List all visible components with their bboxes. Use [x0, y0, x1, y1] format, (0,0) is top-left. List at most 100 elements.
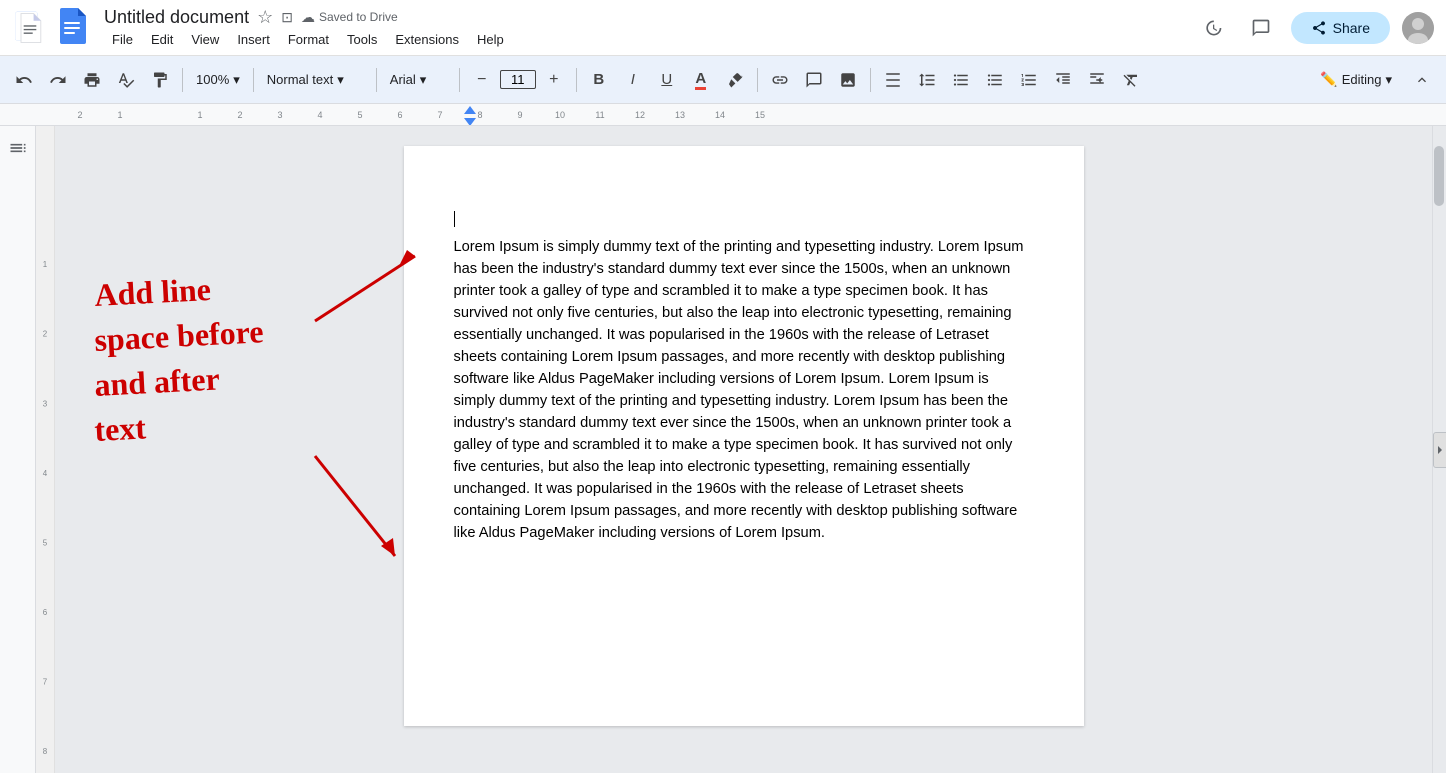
- menu-help[interactable]: Help: [469, 30, 512, 49]
- redo-button[interactable]: [42, 64, 74, 96]
- left-sidebar: 1 2 3 4 5 6 7 8: [0, 126, 55, 773]
- indent-less-button[interactable]: [1047, 64, 1079, 96]
- share-button[interactable]: Share: [1291, 12, 1390, 44]
- svg-text:1: 1: [42, 260, 47, 269]
- style-dropdown[interactable]: Normal text ▾: [260, 64, 370, 96]
- svg-text:1: 1: [197, 110, 202, 120]
- separator-2: [253, 68, 254, 92]
- collapse-toolbar-button[interactable]: [1406, 64, 1438, 96]
- svg-text:4: 4: [317, 110, 322, 120]
- ruler: 2 1 1 2 3 4 5 6 7 8 9 10 11 12 13 14 15: [0, 104, 1446, 126]
- menu-insert[interactable]: Insert: [229, 30, 278, 49]
- editing-label: Editing: [1342, 72, 1382, 87]
- svg-text:3: 3: [42, 399, 47, 408]
- svg-text:Add line: Add line: [93, 271, 211, 313]
- document-page[interactable]: Lorem Ipsum is simply dummy text of the …: [404, 146, 1084, 726]
- menu-extensions[interactable]: Extensions: [387, 30, 467, 49]
- line-spacing-button[interactable]: [911, 64, 943, 96]
- svg-text:11: 11: [595, 110, 604, 120]
- document-container: Add line space before and after text Lor…: [55, 126, 1432, 773]
- svg-text:2: 2: [77, 110, 82, 120]
- svg-text:14: 14: [715, 110, 725, 120]
- checklist-button[interactable]: [945, 64, 977, 96]
- separator-1: [182, 68, 183, 92]
- app-logo: [58, 8, 94, 48]
- underline-button[interactable]: U: [651, 64, 683, 96]
- document-body[interactable]: Lorem Ipsum is simply dummy text of the …: [454, 236, 1034, 544]
- cloud-status: ☁ Saved to Drive: [301, 9, 398, 26]
- svg-text:text: text: [93, 409, 147, 448]
- svg-text:12: 12: [635, 110, 645, 120]
- svg-text:1: 1: [117, 110, 122, 120]
- outline-icon[interactable]: [4, 134, 32, 167]
- scrollbar-thumb[interactable]: [1434, 146, 1444, 206]
- editing-dropdown-icon: ▾: [1385, 72, 1392, 88]
- svg-text:9: 9: [517, 110, 522, 120]
- bullet-list-button[interactable]: [979, 64, 1011, 96]
- cursor-position: [454, 206, 1034, 228]
- svg-text:10: 10: [555, 110, 565, 120]
- svg-text:6: 6: [42, 608, 47, 617]
- separator-7: [870, 68, 871, 92]
- google-docs-icon: [12, 10, 48, 46]
- paint-format-button[interactable]: [144, 64, 176, 96]
- svg-text:space before: space before: [93, 313, 264, 358]
- svg-text:5: 5: [357, 110, 362, 120]
- svg-text:6: 6: [397, 110, 402, 120]
- svg-text:7: 7: [42, 678, 47, 687]
- outline-panel: [0, 126, 35, 773]
- menu-edit[interactable]: Edit: [143, 30, 181, 49]
- cloud-icon: ☁: [301, 9, 315, 26]
- image-button[interactable]: [832, 64, 864, 96]
- star-icon[interactable]: ☆: [257, 7, 273, 28]
- text-color-button[interactable]: A: [685, 64, 717, 96]
- font-size-plus-button[interactable]: +: [538, 64, 570, 96]
- svg-text:2: 2: [42, 330, 47, 339]
- align-button[interactable]: [877, 64, 909, 96]
- separator-3: [376, 68, 377, 92]
- svg-text:5: 5: [42, 538, 47, 547]
- vertical-ruler: 1 2 3 4 5 6 7 8: [35, 126, 54, 773]
- link-button[interactable]: [764, 64, 796, 96]
- font-dropdown[interactable]: Arial ▾: [383, 64, 453, 96]
- menu-format[interactable]: Format: [280, 30, 337, 49]
- print-button[interactable]: [76, 64, 108, 96]
- editing-pencil-icon: ✏️: [1320, 71, 1337, 88]
- bold-button[interactable]: B: [583, 64, 615, 96]
- svg-text:2: 2: [237, 110, 242, 120]
- expand-handle[interactable]: [1433, 432, 1446, 468]
- spellcheck-button[interactable]: [110, 64, 142, 96]
- undo-button[interactable]: [8, 64, 40, 96]
- menu-file[interactable]: File: [104, 30, 141, 49]
- text-cursor: [454, 211, 455, 227]
- italic-button[interactable]: I: [617, 64, 649, 96]
- scrollbar-area: [1432, 126, 1446, 773]
- folder-icon[interactable]: ⊡: [281, 9, 293, 26]
- comments-button[interactable]: [1243, 10, 1279, 46]
- user-avatar[interactable]: [1402, 12, 1434, 44]
- editing-mode-button[interactable]: ✏️ Editing ▾: [1308, 67, 1404, 92]
- svg-text:15: 15: [755, 110, 765, 120]
- menu-view[interactable]: View: [183, 30, 227, 49]
- separator-4: [459, 68, 460, 92]
- indent-more-button[interactable]: [1081, 64, 1113, 96]
- svg-text:13: 13: [675, 110, 685, 120]
- svg-text:7: 7: [437, 110, 442, 120]
- svg-text:8: 8: [42, 747, 47, 756]
- svg-text:3: 3: [277, 110, 282, 120]
- numbered-list-button[interactable]: [1013, 64, 1045, 96]
- document-title[interactable]: Untitled document: [104, 7, 249, 28]
- comment-button[interactable]: [798, 64, 830, 96]
- highlight-button[interactable]: [719, 64, 751, 96]
- menu-tools[interactable]: Tools: [339, 30, 385, 49]
- font-size-input[interactable]: 11: [500, 70, 536, 89]
- clear-format-button[interactable]: [1115, 64, 1147, 96]
- font-size-minus-button[interactable]: −: [466, 64, 498, 96]
- svg-text:and after: and after: [93, 360, 220, 403]
- svg-text:8: 8: [477, 110, 482, 120]
- zoom-dropdown[interactable]: 100% ▾: [189, 64, 247, 96]
- share-label: Share: [1333, 20, 1370, 36]
- separator-6: [757, 68, 758, 92]
- svg-text:4: 4: [42, 469, 47, 478]
- history-button[interactable]: [1195, 10, 1231, 46]
